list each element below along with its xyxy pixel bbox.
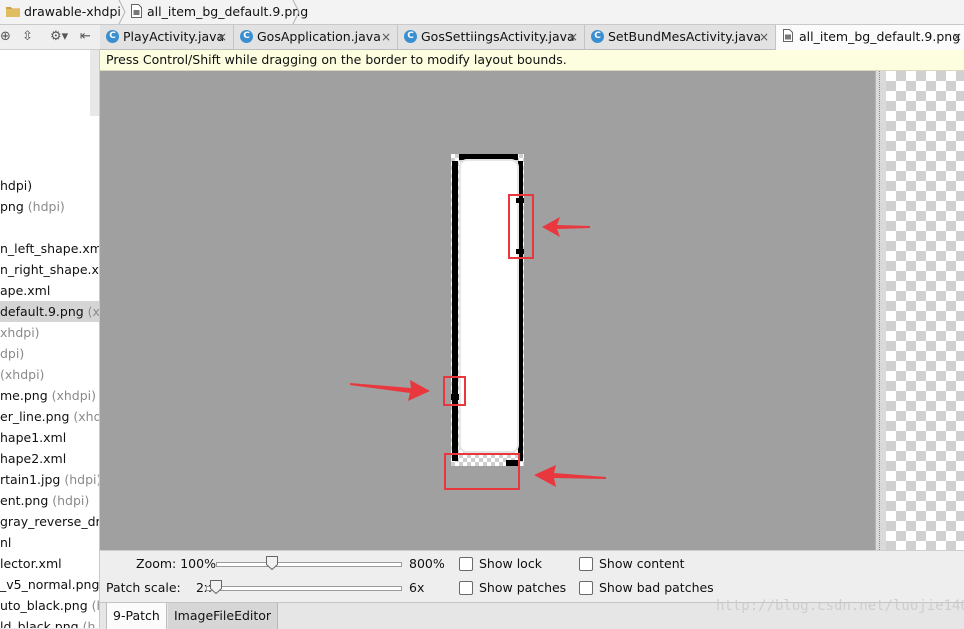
watermark: http://blog.csdn.net/luojie140 xyxy=(716,598,964,614)
tree-item[interactable]: hape2.xml xyxy=(0,448,66,469)
tree-item[interactable]: (xhdpi) xyxy=(0,364,44,385)
gear-icon[interactable]: ⚙▾ xyxy=(50,28,68,46)
folder-icon xyxy=(6,7,20,17)
tab-set-bund-mes-activity[interactable]: C SetBundMesActivity.java × xyxy=(585,25,776,49)
tree-item[interactable]: er_line.png (xhdp xyxy=(0,406,99,427)
tree-item[interactable]: ld_black.png (h xyxy=(0,616,95,628)
zoom-label: Zoom: 100% xyxy=(136,556,216,571)
stretch-marker-left[interactable] xyxy=(452,161,458,461)
tree-item-selected[interactable]: default.9.png (xhd xyxy=(0,301,99,322)
show-bad-patches-label[interactable]: Show bad patches xyxy=(599,580,714,595)
close-icon[interactable]: × xyxy=(952,25,962,49)
project-toolbar: ⊕ ⇳ ⚙▾ ⇤ xyxy=(0,25,100,50)
highlight-box-bottom xyxy=(444,453,520,490)
splitter-grip xyxy=(879,71,882,550)
show-bad-patches-checkbox[interactable] xyxy=(579,581,593,595)
class-icon: C xyxy=(404,30,417,43)
hint-bar: Press Control/Shift while dragging on th… xyxy=(100,50,964,71)
arrow-left-icon xyxy=(542,217,590,237)
collapse-icon[interactable]: ⇳ xyxy=(22,28,33,46)
tab-nine-patch[interactable]: 9-Patch xyxy=(106,603,167,629)
patch-scale-slider-thumb[interactable] xyxy=(210,580,222,594)
breadcrumb-separator-icon xyxy=(118,0,126,24)
tree-item[interactable]: lector.xml xyxy=(0,553,62,574)
project-tree: hdpi) png (hdpi) n_left_shape.xml n_righ… xyxy=(0,50,100,628)
zoom-slider-thumb[interactable] xyxy=(265,556,278,570)
tree-item[interactable]: me.png (xhdpi) xyxy=(0,385,96,406)
tab-play-activity[interactable]: C PlayActivity.java × xyxy=(100,25,234,49)
class-icon: C xyxy=(240,30,253,43)
tree-item[interactable]: ape.xml xyxy=(0,280,50,301)
patch-scale-max-label: 6x xyxy=(409,580,425,595)
tree-item[interactable]: _v5_normal.png (h xyxy=(0,574,99,595)
highlight-box-left xyxy=(443,376,466,406)
close-icon[interactable]: × xyxy=(381,25,391,49)
editor-tabs: C PlayActivity.java × C GosApplication.j… xyxy=(100,25,964,50)
show-lock-checkbox[interactable] xyxy=(459,557,473,571)
hide-panel-icon[interactable]: ⇤ xyxy=(80,28,91,46)
tree-item[interactable]: n_left_shape.xml xyxy=(0,238,99,259)
tree-scrollbar[interactable] xyxy=(90,50,99,116)
arrow-right-icon xyxy=(350,380,430,401)
show-patches-checkbox[interactable] xyxy=(459,581,473,595)
tree-item[interactable]: gray_reverse_draw xyxy=(0,511,99,532)
preview-pane xyxy=(886,71,964,550)
tab-all-item-bg-default[interactable]: all_item_bg_default.9.png × xyxy=(776,25,964,50)
zoom-max-label: 800% xyxy=(409,556,445,571)
close-icon[interactable]: × xyxy=(217,25,227,49)
tree-item[interactable]: hdpi) xyxy=(0,175,32,196)
show-patches-label[interactable]: Show patches xyxy=(479,580,566,595)
tab-image-file-editor[interactable]: ImageFileEditor xyxy=(168,603,279,629)
target-icon[interactable]: ⊕ xyxy=(0,28,11,46)
tree-item[interactable]: nl xyxy=(0,532,11,553)
tab-gos-application[interactable]: C GosApplication.java × xyxy=(234,25,398,49)
tree-item[interactable]: ent.png (hdpi) xyxy=(0,490,89,511)
breadcrumb: drawable-xhdpi all_item_bg_default.9.png xyxy=(0,0,964,25)
tree-item[interactable]: uto_black.png (hd xyxy=(0,595,99,616)
show-lock-label[interactable]: Show lock xyxy=(479,556,542,571)
show-content-checkbox[interactable] xyxy=(579,557,593,571)
tab-gos-settings-activity[interactable]: C GosSettiingsActivity.java × xyxy=(398,25,585,49)
highlight-box-right xyxy=(508,194,534,259)
arrow-left-icon xyxy=(534,465,606,487)
close-icon[interactable]: × xyxy=(759,25,769,49)
patch-controls: Zoom: 100% 800% Patch scale: 2x 6x Show … xyxy=(100,550,964,603)
patch-scale-slider[interactable] xyxy=(206,586,402,591)
tree-item[interactable]: n_right_shape.xml xyxy=(0,259,99,280)
breadcrumb-separator-icon xyxy=(292,0,300,24)
show-content-label[interactable]: Show content xyxy=(599,556,685,571)
breadcrumb-folder[interactable]: drawable-xhdpi xyxy=(24,0,121,24)
class-icon: C xyxy=(591,30,604,43)
tree-item[interactable]: dpi) xyxy=(0,343,24,364)
class-icon: C xyxy=(106,30,119,43)
image-file-icon xyxy=(131,4,142,18)
preview-splitter[interactable] xyxy=(875,71,886,550)
patch-scale-label: Patch scale: xyxy=(106,580,181,595)
tree-item[interactable]: xhdpi) xyxy=(0,322,40,343)
tree-item[interactable]: png (hdpi) xyxy=(0,196,65,217)
breadcrumb-file[interactable]: all_item_bg_default.9.png xyxy=(147,0,308,24)
image-file-icon xyxy=(783,29,793,42)
tree-item[interactable]: hape1.xml xyxy=(0,427,66,448)
zoom-slider[interactable] xyxy=(216,562,402,567)
stretch-marker-top[interactable] xyxy=(459,154,518,160)
tree-item[interactable]: rtain1.jpg (hdpi) xyxy=(0,469,99,490)
close-icon[interactable]: × xyxy=(568,25,578,49)
